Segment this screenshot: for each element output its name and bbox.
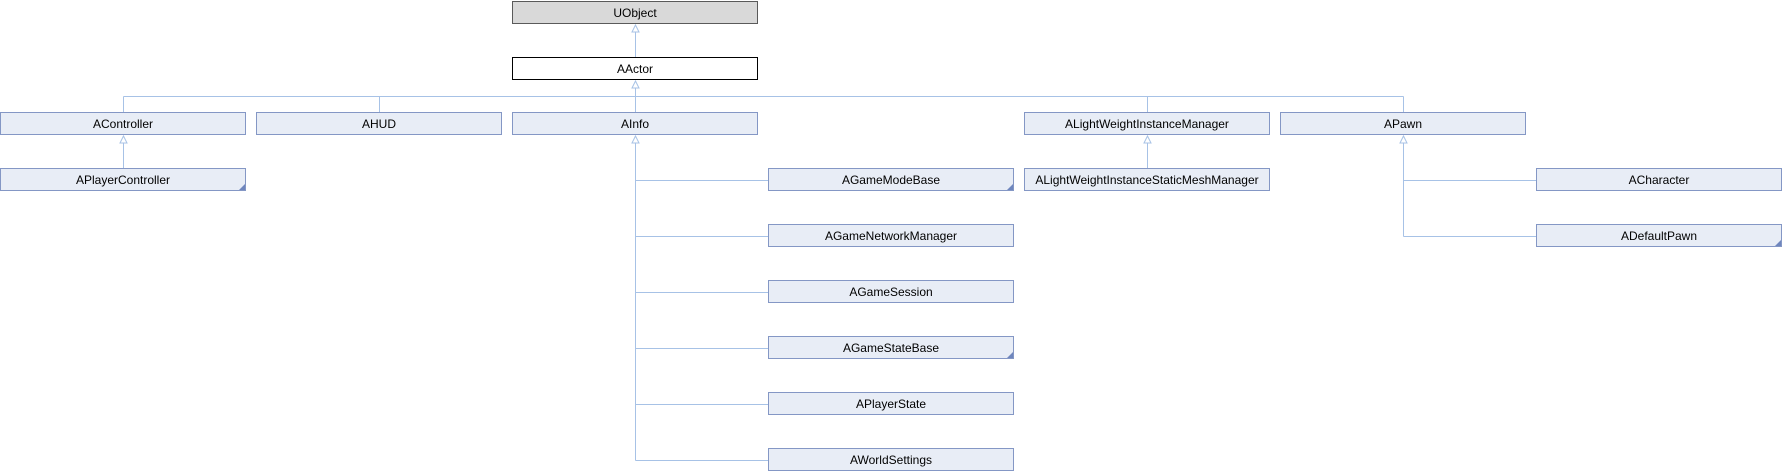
class-node-apawn[interactable]: APawn: [1280, 112, 1526, 135]
class-node-ainfo[interactable]: AInfo: [512, 112, 758, 135]
class-node-acontroller[interactable]: AController: [0, 112, 246, 135]
class-node-agamemodebase[interactable]: AGameModeBase: [768, 168, 1014, 191]
class-node-agamestatebase[interactable]: AGameStateBase: [768, 336, 1014, 359]
has-subclasses-marker: [1007, 352, 1013, 358]
class-label: ALightWeightInstanceManager: [1065, 116, 1229, 131]
inheritance-arrowhead: [1143, 134, 1152, 144]
has-subclasses-marker: [239, 184, 245, 190]
class-label: APawn: [1383, 116, 1423, 131]
class-label: AActor: [616, 61, 653, 76]
inheritance-arrowhead: [1399, 134, 1408, 144]
class-label: AGameModeBase: [841, 172, 941, 187]
class-hierarchy-diagram: UObject AActor AController AHUD AInfo AL…: [0, 0, 1782, 472]
class-node-uobject[interactable]: UObject: [512, 1, 758, 24]
class-label: UObject: [613, 5, 657, 20]
class-label: AInfo: [620, 116, 650, 131]
class-label: ACharacter: [1628, 172, 1690, 187]
class-label: AGameNetworkManager: [824, 228, 958, 243]
class-label: APlayerController: [75, 172, 171, 187]
has-subclasses-marker: [1007, 184, 1013, 190]
class-node-adefaultpawn[interactable]: ADefaultPawn: [1536, 224, 1782, 247]
inheritance-arrowhead: [631, 79, 640, 89]
class-node-ahud[interactable]: AHUD: [256, 112, 502, 135]
class-label: AController: [92, 116, 154, 131]
has-subclasses-marker: [1775, 240, 1781, 246]
class-label: APlayerState: [855, 396, 927, 411]
class-label: ADefaultPawn: [1620, 228, 1698, 243]
class-node-alightweightinstancemanager[interactable]: ALightWeightInstanceManager: [1024, 112, 1270, 135]
class-node-agamenetworkmanager[interactable]: AGameNetworkManager: [768, 224, 1014, 247]
class-label: ALightWeightInstanceStaticMeshManager: [1035, 172, 1259, 187]
class-node-aplayerstate[interactable]: APlayerState: [768, 392, 1014, 415]
inheritance-arrowhead: [119, 134, 128, 144]
class-node-aactor[interactable]: AActor: [512, 57, 758, 80]
inheritance-arrowhead: [631, 134, 640, 144]
class-node-aworldsettings[interactable]: AWorldSettings: [768, 448, 1014, 471]
class-label: AGameStateBase: [842, 340, 940, 355]
class-label: AHUD: [361, 116, 396, 131]
class-node-aplayercontroller[interactable]: APlayerController: [0, 168, 246, 191]
class-node-agamesession[interactable]: AGameSession: [768, 280, 1014, 303]
class-node-alightweightinstancestaticmeshmanager[interactable]: ALightWeightInstanceStaticMeshManager: [1024, 168, 1270, 191]
class-node-acharacter[interactable]: ACharacter: [1536, 168, 1782, 191]
inheritance-arrowhead: [631, 23, 640, 33]
class-label: AWorldSettings: [849, 452, 933, 467]
class-label: AGameSession: [849, 284, 933, 299]
